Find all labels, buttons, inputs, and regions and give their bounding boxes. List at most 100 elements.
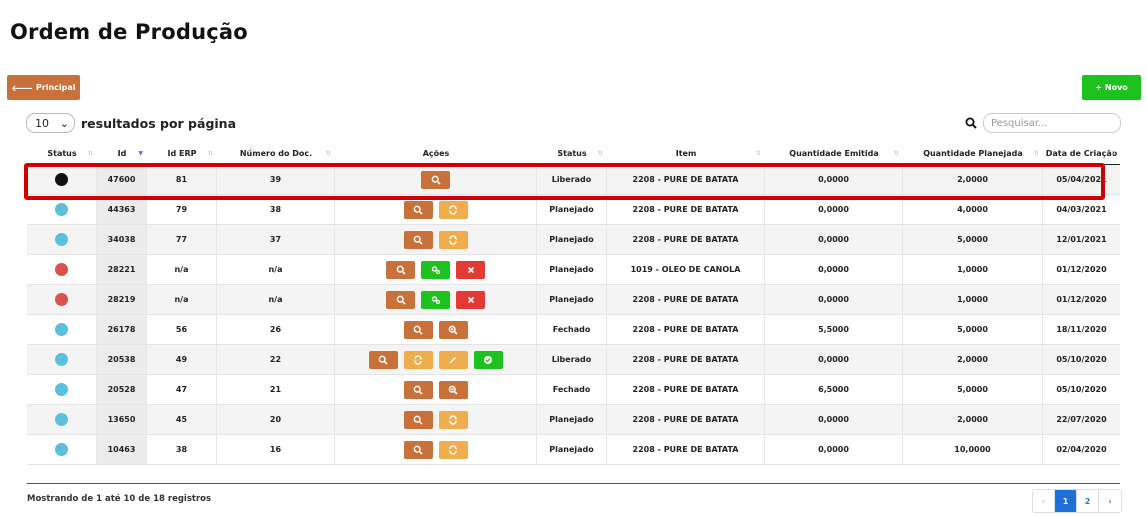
actions-group: [403, 200, 468, 219]
sort-icon: ⇅: [893, 150, 899, 157]
column-header[interactable]: Id ▼: [97, 143, 147, 164]
sync-button[interactable]: [438, 410, 468, 429]
column-header[interactable]: Id ERP ⇅: [147, 143, 217, 164]
actions-cell: [335, 255, 537, 284]
view-button[interactable]: [421, 170, 450, 189]
view-button[interactable]: [403, 230, 433, 249]
id-cell: 20528: [97, 375, 147, 404]
pagination-page-1[interactable]: 1: [1055, 490, 1077, 512]
erp-id-cell: 79: [147, 195, 217, 224]
new-button[interactable]: + Novo: [1082, 75, 1141, 100]
view-icon: [396, 265, 406, 275]
column-header-label: Quantidade Planejada: [923, 149, 1023, 158]
created-date-cell: 05/10/2020: [1056, 385, 1107, 394]
sync-button[interactable]: [438, 230, 468, 249]
qty-issued-cell: 6,5000: [765, 375, 903, 404]
view-icon: [378, 355, 388, 365]
erp-id-cell: n/a: [147, 255, 217, 284]
delete-button[interactable]: [456, 290, 485, 309]
view-button[interactable]: [386, 290, 415, 309]
pagination-page-2[interactable]: 2: [1077, 490, 1099, 512]
actions-cell: [335, 435, 537, 464]
doc-number-cell: 22: [217, 345, 335, 374]
view-button[interactable]: [403, 200, 433, 219]
actions-group: [403, 380, 468, 399]
column-header[interactable]: Quantidade Planejada ⇅: [903, 143, 1043, 164]
table-header: Status ⇅ Id ▼ Id ERP ⇅ Número do Doc. ⇅ Ações Sta…: [27, 143, 1120, 165]
chevron-down-icon: ⌄: [59, 116, 69, 130]
column-header[interactable]: Quantidade Emitida ⇅: [765, 143, 903, 164]
sync-button[interactable]: [403, 350, 433, 369]
page-title: Ordem de Produção: [10, 20, 248, 44]
doc-number-cell: n/a: [217, 285, 335, 314]
principal-button[interactable]: 🡐 Principal: [7, 75, 80, 100]
details-button[interactable]: [438, 320, 468, 339]
erp-id-cell: n/a: [147, 285, 217, 314]
state-cell: Fechado: [537, 375, 607, 404]
erp-id-cell: 56: [147, 315, 217, 344]
id-cell: 13650: [97, 405, 147, 434]
delete-button[interactable]: [456, 260, 485, 279]
view-button[interactable]: [368, 350, 398, 369]
view-icon: [413, 385, 423, 395]
column-header[interactable]: Item ⇅: [607, 143, 765, 164]
column-header[interactable]: Número do Doc. ⇅: [217, 143, 335, 164]
view-button[interactable]: [403, 440, 433, 459]
search-input[interactable]: Pesquisar...: [983, 113, 1121, 133]
sync-icon: [448, 234, 458, 245]
search-control: Pesquisar...: [965, 113, 1121, 133]
table-row: 13650 45 20 Planejado 2208 - PURE DE BATATA 0…: [27, 405, 1120, 435]
column-header[interactable]: Status ⇅: [27, 143, 97, 164]
sync-button[interactable]: [438, 200, 468, 219]
column-header[interactable]: Status ⇅: [537, 143, 607, 164]
actions-group: [403, 410, 468, 429]
table-row: 47600 81 39 Liberado 2208 - PURE DE BATATA 0,…: [27, 165, 1120, 195]
process-button[interactable]: [421, 290, 450, 309]
status-dot-icon: [55, 203, 68, 216]
view-button[interactable]: [403, 410, 433, 429]
approve-button[interactable]: [473, 350, 503, 369]
pagination-next[interactable]: ›: [1099, 490, 1121, 512]
state-cell: Planejado: [537, 435, 607, 464]
check-circle-icon: [483, 355, 493, 365]
sync-button[interactable]: [438, 440, 468, 459]
status-cell: [27, 285, 97, 314]
actions-group: [386, 260, 485, 279]
status-dot-icon: [55, 323, 68, 336]
created-date-cell: 22/07/2020: [1056, 415, 1107, 424]
column-header[interactable]: Data de Criação ⇅: [1043, 143, 1120, 164]
qty-planned-cell: 5,0000: [903, 375, 1043, 404]
column-header-label: Id: [117, 149, 127, 158]
id-cell: 10463: [97, 435, 147, 464]
view-button[interactable]: [403, 380, 433, 399]
view-button[interactable]: [403, 320, 433, 339]
status-dot-icon: [55, 383, 68, 396]
status-dot-icon: [55, 413, 68, 426]
erp-id-cell: 45: [147, 405, 217, 434]
pagination-prev[interactable]: ‹: [1033, 490, 1055, 512]
item-cell: 2208 - PURE DE BATATA: [607, 315, 765, 344]
status-cell: [27, 315, 97, 344]
view-button[interactable]: [386, 260, 415, 279]
process-button[interactable]: [421, 260, 450, 279]
zoom-in-icon: [448, 325, 458, 335]
created-date-cell: 01/12/2020: [1056, 265, 1107, 274]
qty-issued-cell: 0,0000: [765, 435, 903, 464]
page-length-select[interactable]: 10 ⌄: [26, 113, 75, 133]
qty-planned-cell: 5,0000: [903, 315, 1043, 344]
state-cell: Planejado: [537, 225, 607, 254]
created-date-cell: 12/01/2021: [1056, 235, 1107, 244]
column-header-label: Item: [675, 149, 697, 158]
qty-issued-cell: 5,5000: [765, 315, 903, 344]
qty-issued-cell: 0,0000: [765, 255, 903, 284]
sort-desc-icon: ▼: [138, 150, 143, 157]
doc-number-cell: 20: [217, 405, 335, 434]
qty-planned-cell: 2,0000: [903, 345, 1043, 374]
sync-icon: [413, 354, 423, 365]
qty-planned-cell: 10,0000: [903, 435, 1043, 464]
gears-icon: [431, 265, 441, 275]
details-button[interactable]: [438, 380, 468, 399]
state-cell: Planejado: [537, 255, 607, 284]
actions-cell: [335, 195, 537, 224]
edit-button[interactable]: [438, 350, 468, 369]
